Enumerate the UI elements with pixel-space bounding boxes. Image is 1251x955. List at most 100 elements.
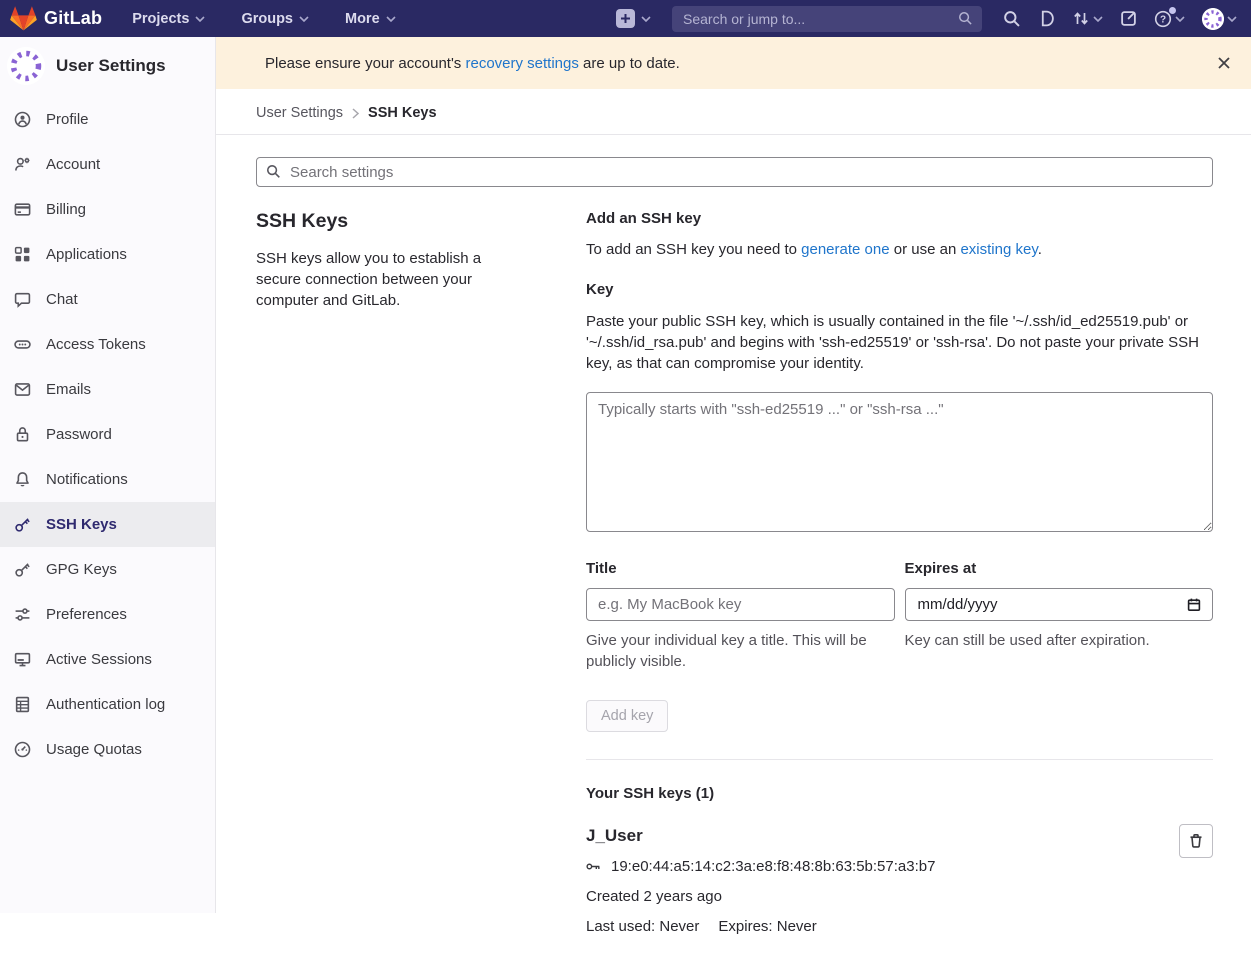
sidebar-item-authentication-log[interactable]: Authentication log <box>0 682 215 727</box>
sidebar-item-password[interactable]: Password <box>0 412 215 457</box>
sidebar-item-preferences[interactable]: Preferences <box>0 592 215 637</box>
chevron-down-icon <box>299 16 309 22</box>
search-icon <box>958 11 973 26</box>
help-menu[interactable]: ? <box>1154 10 1185 28</box>
generate-one-link[interactable]: generate one <box>801 241 889 258</box>
add-ssh-key-intro: To add an SSH key you need to generate o… <box>586 241 1213 258</box>
chat-icon <box>14 291 31 308</box>
todos-button[interactable] <box>1120 10 1137 27</box>
key-usage: Last used: NeverExpires: Never <box>586 918 1153 935</box>
title-label: Title <box>586 560 895 577</box>
key-label: Key <box>586 281 1213 298</box>
avatar <box>1202 8 1224 30</box>
ssh-key-textarea[interactable] <box>586 392 1213 532</box>
recovery-settings-link[interactable]: recovery settings <box>465 55 578 72</box>
global-search-input[interactable] <box>681 10 958 28</box>
global-search[interactable] <box>672 6 982 32</box>
billing-icon <box>14 201 31 218</box>
notifications-icon <box>14 471 31 488</box>
usage-quotas-icon <box>14 741 31 758</box>
breadcrumb-user-settings[interactable]: User Settings <box>256 105 343 121</box>
notification-dot <box>1169 7 1176 14</box>
sidebar-item-usage-quotas[interactable]: Usage Quotas <box>0 727 215 772</box>
chevron-down-icon <box>195 16 205 22</box>
access-tokens-icon <box>14 336 31 353</box>
add-ssh-key-heading: Add an SSH key <box>586 210 1213 227</box>
chevron-down-icon <box>641 16 651 22</box>
nav-more[interactable]: More <box>345 11 396 27</box>
sidebar-nav: Profile Account Billing Applications Cha… <box>0 97 215 772</box>
nav-groups[interactable]: Groups <box>241 11 309 27</box>
key-title-input[interactable] <box>586 588 895 621</box>
add-key-button[interactable]: Add key <box>586 700 668 732</box>
page-title: SSH Keys <box>256 210 521 233</box>
close-icon[interactable] <box>1213 52 1235 74</box>
title-help-text: Give your individual key a title. This w… <box>586 630 895 672</box>
sidebar-item-chat[interactable]: Chat <box>0 277 215 322</box>
emails-icon <box>14 381 31 398</box>
sidebar-item-ssh-keys[interactable]: SSH Keys <box>0 502 215 547</box>
recovery-alert: Please ensure your account's recovery se… <box>216 37 1251 89</box>
preferences-icon <box>14 606 31 623</box>
search-icon <box>266 164 281 179</box>
sidebar-item-billing[interactable]: Billing <box>0 187 215 232</box>
svg-text:?: ? <box>1160 14 1166 25</box>
breadcrumb-current: SSH Keys <box>368 105 437 121</box>
issues-button[interactable] <box>1038 10 1055 27</box>
key-title-link[interactable]: J_User <box>586 826 643 846</box>
sidebar-item-profile[interactable]: Profile <box>0 97 215 142</box>
issues-icon <box>1038 10 1055 27</box>
calendar-icon <box>1186 597 1202 613</box>
chevron-down-icon <box>1175 16 1185 22</box>
your-ssh-keys-heading: Your SSH keys (1) <box>586 785 1213 802</box>
profile-icon <box>14 111 31 128</box>
sidebar-item-notifications[interactable]: Notifications <box>0 457 215 502</box>
sidebar-item-emails[interactable]: Emails <box>0 367 215 412</box>
ssh-key-item: J_User 19:e0:44:a5:14:c2:3a:e8:f8:48:8b:… <box>586 826 1213 935</box>
password-icon <box>14 426 31 443</box>
applications-icon <box>14 246 31 263</box>
sidebar-item-applications[interactable]: Applications <box>0 232 215 277</box>
main-nav: Projects Groups More <box>132 11 395 27</box>
chevron-down-icon <box>1093 16 1103 22</box>
account-icon <box>14 156 31 173</box>
sidebar-item-account[interactable]: Account <box>0 142 215 187</box>
merge-request-icon <box>1072 10 1090 27</box>
trash-icon <box>1188 833 1204 849</box>
existing-key-link[interactable]: existing key <box>960 241 1037 258</box>
sidebar-title: User Settings <box>56 56 166 76</box>
gitlab-wordmark: GitLab <box>44 8 102 29</box>
active-sessions-icon <box>14 651 31 668</box>
todo-icon <box>1120 10 1137 27</box>
new-item-menu[interactable] <box>616 9 651 28</box>
key-icon <box>14 561 31 578</box>
merge-requests-menu[interactable] <box>1072 10 1103 27</box>
delete-key-button[interactable] <box>1179 824 1213 858</box>
key-icon <box>14 516 31 533</box>
page-description: SSH keys allow you to establish a secure… <box>256 248 521 311</box>
expires-at-input[interactable]: mm/dd/yyyy <box>905 588 1214 621</box>
chevron-right-icon <box>352 108 359 119</box>
settings-sidebar: User Settings Profile Account Billing Ap… <box>0 37 216 913</box>
sidebar-header: User Settings <box>0 37 215 97</box>
expires-help-text: Key can still be used after expiration. <box>905 630 1214 651</box>
settings-search <box>256 157 1213 187</box>
plus-icon <box>616 9 635 28</box>
search-button[interactable] <box>1003 10 1021 28</box>
sidebar-item-access-tokens[interactable]: Access Tokens <box>0 322 215 367</box>
user-menu[interactable] <box>1202 8 1237 30</box>
expires-at-label: Expires at <box>905 560 1214 577</box>
search-icon <box>1003 10 1021 28</box>
chevron-down-icon <box>386 16 396 22</box>
gitlab-home-link[interactable]: GitLab <box>10 6 102 31</box>
chevron-down-icon <box>1227 16 1237 22</box>
section-divider <box>586 759 1213 760</box>
sidebar-item-gpg-keys[interactable]: GPG Keys <box>0 547 215 592</box>
sidebar-item-active-sessions[interactable]: Active Sessions <box>0 637 215 682</box>
key-icon <box>586 859 601 874</box>
nav-projects[interactable]: Projects <box>132 11 205 27</box>
authentication-log-icon <box>14 696 31 713</box>
alert-text: Please ensure your account's recovery se… <box>265 55 680 72</box>
settings-search-input[interactable] <box>256 157 1213 187</box>
key-fingerprint-row: 19:e0:44:a5:14:c2:3a:e8:f8:48:8b:63:5b:5… <box>586 858 1153 875</box>
